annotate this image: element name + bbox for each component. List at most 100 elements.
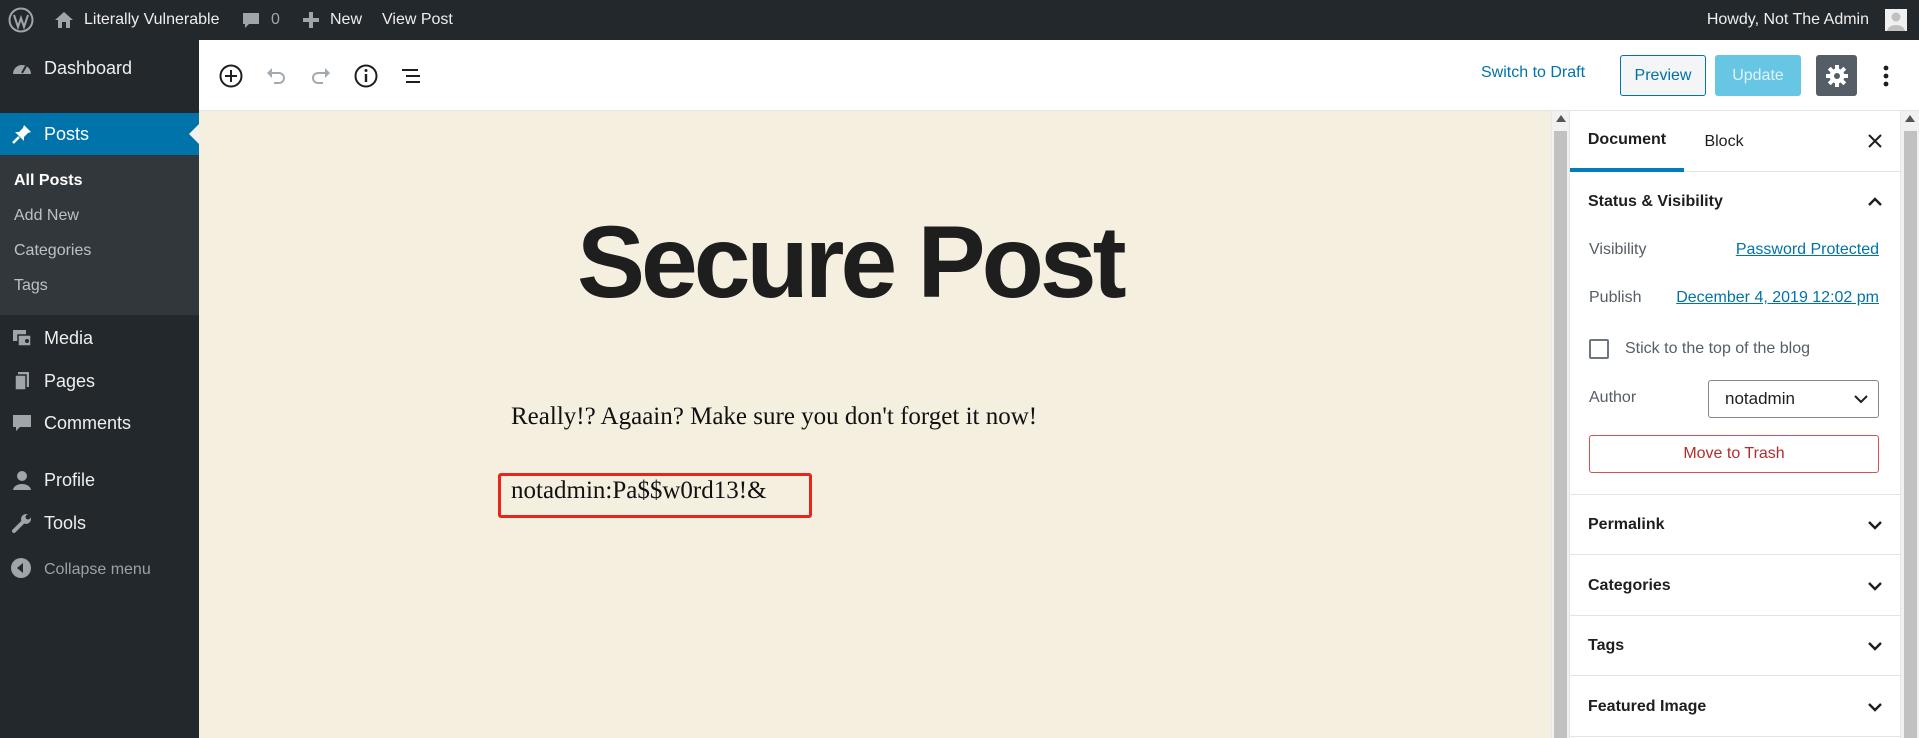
featured-image-panel-toggle[interactable]: Featured Image	[1570, 677, 1901, 737]
admin-sidebar-menu: Dashboard Posts All Posts Add New Catego…	[0, 40, 199, 738]
info-icon	[354, 64, 378, 88]
tab-document[interactable]: Document	[1570, 111, 1684, 172]
tags-panel-toggle[interactable]: Tags	[1570, 616, 1901, 676]
visibility-value-link[interactable]: Password Protected	[1736, 241, 1879, 259]
editor-toolbar: Switch to Draft Preview Update	[199, 40, 1919, 111]
move-to-trash-button[interactable]: Move to Trash	[1589, 435, 1879, 473]
posts-submenu: All Posts Add New Categories Tags	[0, 155, 199, 315]
redo-button[interactable]	[303, 58, 339, 94]
chevron-down-icon	[1854, 395, 1868, 404]
permalink-panel-toggle[interactable]: Permalink	[1570, 495, 1901, 555]
menu-item-tools[interactable]: Tools	[0, 504, 199, 542]
close-icon	[1868, 134, 1882, 148]
close-sidebar-button[interactable]	[1863, 129, 1887, 153]
plus-circle-icon	[219, 64, 243, 88]
menu-item-profile[interactable]: Profile	[0, 461, 199, 499]
chevron-down-icon	[1868, 581, 1882, 591]
add-block-button[interactable]	[213, 58, 249, 94]
plus-icon	[302, 11, 320, 29]
menu-label-pages: Pages	[44, 370, 96, 391]
submenu-categories[interactable]: Categories	[14, 242, 91, 260]
preview-button[interactable]: Preview	[1620, 55, 1706, 96]
collapse-arrow-icon	[10, 557, 32, 584]
content-info-button[interactable]	[348, 58, 384, 94]
author-selected-value: notadmin	[1725, 389, 1795, 408]
home-icon	[54, 10, 74, 30]
content-scrollbar[interactable]	[1551, 111, 1569, 738]
user-icon	[10, 468, 34, 492]
chevron-up-icon	[1868, 197, 1882, 206]
stick-to-top-label: Stick to the top of the blog	[1625, 340, 1811, 357]
block-navigation-button[interactable]	[393, 58, 429, 94]
status-visibility-panel-toggle[interactable]: Status & Visibility	[1570, 172, 1901, 232]
gear-icon	[1825, 64, 1848, 87]
scroll-up-arrow-icon[interactable]	[1556, 115, 1566, 122]
menu-label-tools: Tools	[44, 512, 87, 533]
comments-count: 0	[271, 11, 280, 28]
editor-canvas: Secure Post Really!? Agaain? Make sure y…	[199, 111, 1551, 738]
scrollbar-thumb[interactable]	[1904, 131, 1917, 738]
categories-title: Categories	[1588, 576, 1671, 594]
permalink-title: Permalink	[1588, 515, 1665, 533]
scrollbar-thumb[interactable]	[1554, 131, 1567, 738]
dashboard-gauge-icon	[10, 57, 34, 81]
pushpin-icon	[10, 122, 34, 146]
stick-to-top-checkbox[interactable]	[1589, 339, 1609, 359]
undo-button[interactable]	[258, 58, 294, 94]
paragraph-block[interactable]: Really!? Agaain? Make sure you don't for…	[511, 403, 1037, 431]
post-title[interactable]: Secure Post	[577, 211, 1127, 313]
submenu-all-posts[interactable]: All Posts	[14, 172, 82, 190]
scroll-up-arrow-icon[interactable]	[1905, 115, 1915, 122]
publish-date-link[interactable]: December 4, 2019 12:02 pm	[1676, 289, 1879, 307]
wrench-icon	[10, 511, 34, 535]
categories-panel-toggle[interactable]: Categories	[1570, 556, 1901, 616]
user-avatar[interactable]	[1885, 0, 1907, 40]
chevron-down-icon	[1868, 702, 1882, 712]
comments-icon	[10, 411, 34, 435]
menu-label-posts: Posts	[44, 123, 90, 144]
redo-icon	[312, 68, 330, 84]
view-post-link[interactable]: View Post	[382, 0, 453, 40]
pages-icon	[10, 369, 34, 393]
comments-link[interactable]: 0	[241, 0, 280, 40]
media-icon	[10, 326, 34, 350]
undo-icon	[267, 68, 285, 84]
settings-button[interactable]	[1816, 55, 1857, 96]
sidebar-scrollbar[interactable]	[1900, 111, 1919, 738]
vertical-ellipsis-icon	[1883, 65, 1889, 87]
paragraph-block-credentials[interactable]: notadmin:Pa$$w0rd13!&	[511, 477, 767, 505]
menu-item-dashboard[interactable]: Dashboard	[0, 42, 199, 95]
admin-bar: Literally Vulnerable 0 New View Post How…	[0, 0, 1919, 40]
site-name-link[interactable]: Literally Vulnerable	[54, 0, 219, 40]
sidebar-tabs: Document Block	[1570, 111, 1901, 172]
chevron-down-icon	[1868, 520, 1882, 530]
more-tools-button[interactable]	[1871, 58, 1901, 94]
collapse-menu-label: Collapse menu	[44, 561, 151, 578]
tab-block[interactable]: Block	[1684, 111, 1764, 172]
comment-bubble-icon	[241, 10, 261, 30]
list-outline-icon	[402, 69, 420, 83]
visibility-label: Visibility	[1589, 241, 1647, 258]
menu-label-profile: Profile	[44, 469, 96, 490]
update-button[interactable]: Update	[1715, 55, 1801, 96]
new-content-link[interactable]: New	[302, 0, 362, 40]
tags-title: Tags	[1588, 636, 1625, 654]
menu-item-posts[interactable]: Posts	[0, 113, 199, 155]
new-label: New	[330, 11, 363, 28]
collapse-menu-button[interactable]: Collapse menu	[0, 550, 199, 590]
switch-to-draft-button[interactable]: Switch to Draft	[1481, 64, 1585, 82]
wordpress-logo-icon[interactable]	[8, 0, 34, 40]
menu-item-pages[interactable]: Pages	[0, 362, 199, 400]
submenu-add-new[interactable]: Add New	[14, 207, 79, 225]
menu-item-media[interactable]: Media	[0, 319, 199, 357]
featured-image-title: Featured Image	[1588, 697, 1707, 715]
howdy-user-link[interactable]: Howdy, Not The Admin	[1707, 0, 1869, 40]
author-label: Author	[1589, 389, 1637, 406]
publish-label: Publish	[1589, 289, 1642, 306]
submenu-tags[interactable]: Tags	[14, 277, 48, 295]
author-select[interactable]: notadmin	[1708, 380, 1879, 418]
menu-label-media: Media	[44, 327, 94, 348]
menu-item-comments[interactable]: Comments	[0, 404, 199, 442]
status-visibility-title: Status & Visibility	[1588, 193, 1723, 210]
settings-sidebar: Document Block Status & Visibility Visib…	[1569, 111, 1901, 738]
